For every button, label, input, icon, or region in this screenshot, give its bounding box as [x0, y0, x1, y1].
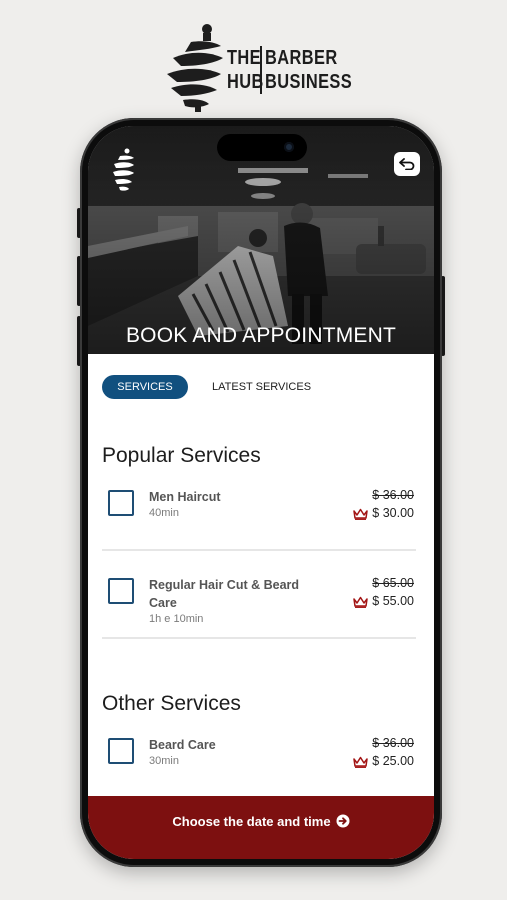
service-duration: 1h e 10min	[149, 613, 204, 625]
brand-word-the: THE	[227, 47, 262, 69]
service-duration: 30min	[149, 755, 179, 767]
crown-icon	[353, 596, 369, 608]
service-new-price: $ 25.00	[372, 754, 414, 768]
barber-pole-logo-icon	[167, 24, 223, 112]
barber-pole-mini-icon	[113, 148, 134, 191]
choose-date-time-button[interactable]: Choose the date and time	[88, 796, 434, 859]
brand-word-hub: HUB	[227, 71, 264, 93]
service-new-price-row: $ 25.00	[353, 754, 414, 768]
tab-services[interactable]: SERVICES	[102, 375, 188, 399]
app-screen: BOOK AND APPOINTMENT SERVICES LATEST SER…	[88, 126, 434, 859]
brand-logo: THE HUB BARBER BUSINESS	[163, 22, 353, 114]
brand-divider	[260, 46, 262, 94]
brand-word-business: BUSINESS	[265, 71, 353, 93]
back-button[interactable]	[394, 152, 420, 176]
service-checkbox[interactable]	[108, 738, 134, 764]
dynamic-island	[217, 134, 307, 161]
service-row[interactable]: Regular Hair Cut & Beard Care 1h e 10min…	[108, 576, 414, 632]
other-services-heading: Other Services	[102, 692, 241, 715]
divider	[102, 637, 416, 639]
page-title: BOOK AND APPOINTMENT	[125, 324, 397, 347]
return-arrow-icon	[399, 158, 415, 170]
service-checkbox[interactable]	[108, 490, 134, 516]
arrow-right-circle-icon	[336, 814, 350, 828]
brand-word-barber: BARBER	[265, 47, 338, 69]
service-new-price-row: $ 55.00	[353, 594, 414, 608]
service-name: Beard Care	[149, 738, 216, 752]
service-new-price: $ 30.00	[372, 506, 414, 520]
service-duration: 40min	[149, 507, 179, 519]
service-new-price: $ 55.00	[372, 594, 414, 608]
cta-label: Choose the date and time	[172, 814, 331, 829]
crown-icon	[353, 508, 369, 520]
service-old-price: $ 36.00	[372, 736, 414, 750]
service-name: Regular Hair Cut & Beard Care	[149, 578, 300, 610]
service-old-price: $ 65.00	[372, 576, 414, 590]
camera-icon	[284, 142, 294, 152]
service-checkbox[interactable]	[108, 578, 134, 604]
service-row[interactable]: Beard Care 30min $ 36.00 $ 25.00	[108, 736, 414, 776]
tab-latest-services[interactable]: LATEST SERVICES	[212, 375, 332, 399]
service-new-price-row: $ 30.00	[353, 506, 414, 520]
divider	[102, 549, 416, 551]
service-old-price: $ 36.00	[372, 488, 414, 502]
phone-frame: BOOK AND APPOINTMENT SERVICES LATEST SER…	[80, 118, 442, 867]
crown-icon	[353, 756, 369, 768]
service-row[interactable]: Men Haircut 40min $ 36.00 $ 30.00	[108, 488, 414, 528]
service-name: Men Haircut	[149, 490, 221, 504]
popular-services-heading: Popular Services	[102, 444, 261, 467]
